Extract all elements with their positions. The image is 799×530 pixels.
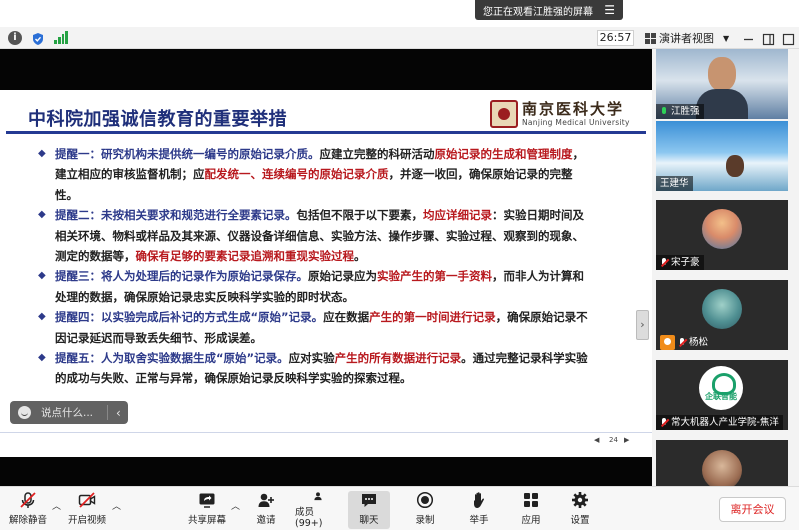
participant-video-face bbox=[726, 155, 744, 177]
members-button[interactable]: 成员(99+) bbox=[295, 491, 341, 529]
info-icon[interactable]: i bbox=[8, 31, 22, 45]
microphone-muted-icon bbox=[20, 492, 36, 508]
add-user-icon bbox=[258, 493, 274, 507]
microphone-muted-icon bbox=[660, 417, 668, 428]
university-emblem-icon bbox=[490, 100, 518, 128]
participant-tile[interactable]: 宋子豪 bbox=[656, 200, 788, 270]
logo-chinese-name: 南京医科大学 bbox=[522, 100, 625, 118]
grid-view-icon bbox=[645, 32, 656, 44]
minimize-icon[interactable] bbox=[742, 31, 755, 44]
participant-name-label: 王建华 bbox=[656, 176, 693, 191]
avatar bbox=[702, 450, 742, 486]
participant-tile[interactable]: 杨松 bbox=[656, 280, 788, 350]
diamond-bullet-icon: ◆ bbox=[38, 311, 46, 323]
hamburger-menu-icon[interactable]: ☰ bbox=[604, 4, 615, 16]
invite-button[interactable]: 邀请 bbox=[253, 491, 279, 529]
participant-tile[interactable]: 江胜强 bbox=[656, 49, 788, 119]
raise-hand-icon bbox=[474, 492, 485, 508]
raise-hand-button[interactable]: 举手 bbox=[466, 491, 492, 529]
participant-video-body bbox=[696, 89, 748, 119]
participant-panel: 江胜强 王建华 宋子豪 杨松 企联智能 常大机器人产业学院-焦洋 bbox=[652, 49, 799, 486]
university-logo: 南京医科大学 Nanjing Medical University bbox=[490, 100, 630, 128]
previous-page-icon[interactable]: ◀ bbox=[594, 436, 599, 444]
diamond-bullet-icon: ◆ bbox=[38, 148, 46, 159]
list-item: ◆ 提醒一：研究机构未提供统一编号的原始记录介质。应建立完整的科研活动原始记录的… bbox=[14, 144, 594, 205]
start-video-button[interactable]: 开启视频 bbox=[67, 491, 107, 529]
record-button[interactable]: 录制 bbox=[412, 491, 438, 529]
participant-tile[interactable]: 企联智能 常大机器人产业学院-焦洋 bbox=[656, 360, 788, 430]
chevron-down-icon: ▼ bbox=[723, 33, 730, 43]
participant-tile[interactable] bbox=[656, 440, 788, 486]
diamond-bullet-icon: ◆ bbox=[38, 209, 46, 221]
participant-video-face bbox=[708, 57, 736, 91]
divider bbox=[107, 405, 109, 420]
unmute-button[interactable]: 解除静音 bbox=[8, 491, 48, 529]
slide-footer: ◀ 24 ▶ bbox=[0, 432, 652, 457]
share-screen-icon bbox=[199, 493, 215, 508]
fullscreen-icon[interactable] bbox=[782, 31, 795, 46]
settings-button[interactable]: 设置 bbox=[567, 491, 593, 529]
participant-tile[interactable]: 王建华 bbox=[656, 121, 788, 191]
members-icon bbox=[314, 492, 322, 501]
page-number: 24 bbox=[609, 436, 618, 444]
list-item: ◆ 提醒五：人为取舍实验数据生成“原始”记录。应对实验产生的所有数据进行记录。通… bbox=[14, 348, 594, 389]
meeting-top-bar: i 26:57 演讲者视图 ▼ bbox=[0, 27, 799, 49]
avatar bbox=[702, 289, 742, 329]
microphone-on-icon bbox=[660, 106, 668, 117]
company-logo: 企联智能 bbox=[699, 366, 743, 410]
reminder-list: ◆ 提醒一：研究机构未提供统一编号的原始记录介质。应建立完整的科研活动原始记录的… bbox=[14, 144, 594, 389]
meeting-toolbar: 解除静音 ︿ 开启视频 ︿ 共享屏幕 ︿ 邀请 成员(99+) 聊天 录制 举手… bbox=[0, 486, 799, 530]
speaker-view-label: 演讲者视图 bbox=[659, 32, 714, 45]
participant-name-label: 宋子豪 bbox=[656, 255, 704, 270]
gear-icon bbox=[572, 492, 588, 508]
sharing-banner-text: 您正在观看江胜强的屏幕 bbox=[483, 6, 593, 18]
title-divider bbox=[6, 131, 646, 134]
sidebar-toggle-icon[interactable] bbox=[762, 31, 775, 46]
list-item: ◆ 提醒二：未按相关要求和规范进行全要素记录。包括但不限于以下要素，均应详细记录… bbox=[14, 205, 594, 266]
chevron-up-icon[interactable]: ︿ bbox=[52, 499, 61, 512]
user-icon bbox=[660, 335, 675, 350]
avatar bbox=[702, 209, 742, 249]
chevron-left-icon[interactable]: ‹ bbox=[116, 406, 121, 420]
chat-button[interactable]: 聊天 bbox=[348, 491, 390, 529]
next-page-icon[interactable]: ▶ bbox=[624, 436, 629, 444]
apps-button[interactable]: 应用 bbox=[518, 491, 544, 529]
slide-title: 中科院加强诚信教育的重要举措 bbox=[28, 109, 287, 130]
diamond-bullet-icon: ◆ bbox=[38, 352, 46, 364]
chevron-up-icon[interactable]: ︿ bbox=[112, 499, 121, 512]
list-item: ◆ 提醒四：以实验完成后补记的方式生成“原始”记录。应在数据产生的第一时间进行记… bbox=[14, 307, 594, 348]
quick-chat-input[interactable]: 说点什么... ‹ bbox=[10, 401, 128, 424]
chevron-up-icon[interactable]: ︿ bbox=[231, 499, 240, 512]
sharing-banner: 您正在观看江胜强的屏幕 ☰ bbox=[475, 0, 623, 20]
video-off-icon bbox=[78, 492, 96, 508]
logo-english-name: Nanjing Medical University bbox=[522, 118, 630, 127]
leave-meeting-button[interactable]: 离开会议 bbox=[719, 497, 786, 522]
microphone-muted-icon bbox=[678, 337, 686, 348]
participant-name-label: 常大机器人产业学院-焦洋 bbox=[656, 415, 783, 430]
apps-grid-icon bbox=[524, 493, 538, 507]
shield-icon[interactable] bbox=[31, 31, 45, 45]
participant-name-label: 杨松 bbox=[656, 335, 712, 350]
record-icon bbox=[416, 491, 434, 509]
microphone-muted-icon bbox=[660, 257, 668, 268]
emoji-icon[interactable] bbox=[18, 406, 31, 419]
network-signal-icon[interactable] bbox=[54, 31, 68, 44]
diamond-bullet-icon: ◆ bbox=[38, 270, 46, 282]
share-screen-button[interactable]: 共享屏幕 bbox=[187, 491, 227, 529]
list-item: ◆ 提醒三：将人为处理后的记录作为原始记录保存。原始记录应为实验产生的第一手资料… bbox=[14, 266, 594, 307]
footer-divider bbox=[0, 432, 652, 433]
collapse-panel-handle[interactable]: › bbox=[636, 310, 649, 340]
meeting-timer: 26:57 bbox=[597, 30, 634, 46]
speaker-view-button[interactable]: 演讲者视图 ▼ bbox=[645, 29, 729, 47]
chat-icon bbox=[362, 494, 376, 507]
participant-name-label: 江胜强 bbox=[656, 104, 704, 119]
chat-placeholder: 说点什么... bbox=[41, 407, 94, 419]
